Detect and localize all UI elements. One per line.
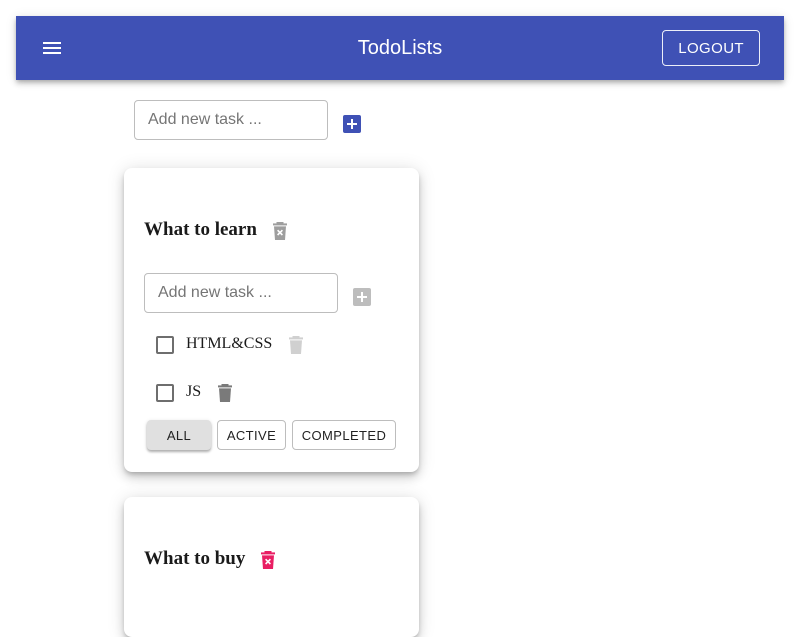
delete-task-button[interactable] (289, 336, 303, 354)
add-task-button[interactable] (353, 288, 371, 306)
logout-button[interactable]: LOGOUT (662, 30, 760, 66)
task-checkbox[interactable] (156, 336, 174, 354)
app-bar: TodoLists LOGOUT (16, 16, 784, 80)
todolist-title: What to buy (144, 548, 246, 569)
delete-todolist-button[interactable] (261, 551, 275, 569)
add-box-icon (343, 115, 361, 133)
filter-all-button[interactable]: ALL (147, 420, 211, 450)
delete-task-button[interactable] (218, 384, 232, 402)
delete-forever-icon (261, 551, 275, 569)
new-task-input[interactable] (158, 284, 337, 302)
new-task-field[interactable] (144, 273, 338, 313)
task-title: HTML&CSS (186, 335, 273, 352)
add-box-icon (353, 288, 371, 306)
new-todolist-field[interactable] (134, 100, 328, 140)
todolist-card: What to learn HTML&CSS JS (124, 168, 419, 472)
task-title: JS (186, 383, 202, 400)
trash-icon (218, 384, 232, 402)
delete-forever-icon (273, 222, 287, 240)
todolist-title: What to learn (144, 219, 257, 240)
trash-icon (289, 336, 303, 354)
delete-todolist-button[interactable] (273, 222, 287, 240)
todolist-card: What to buy (124, 497, 419, 637)
new-todolist-input[interactable] (148, 111, 327, 129)
add-todolist-button[interactable] (343, 115, 361, 133)
task-checkbox[interactable] (156, 384, 174, 402)
filter-active-button[interactable]: ACTIVE (217, 420, 286, 450)
filter-completed-button[interactable]: COMPLETED (292, 420, 396, 450)
